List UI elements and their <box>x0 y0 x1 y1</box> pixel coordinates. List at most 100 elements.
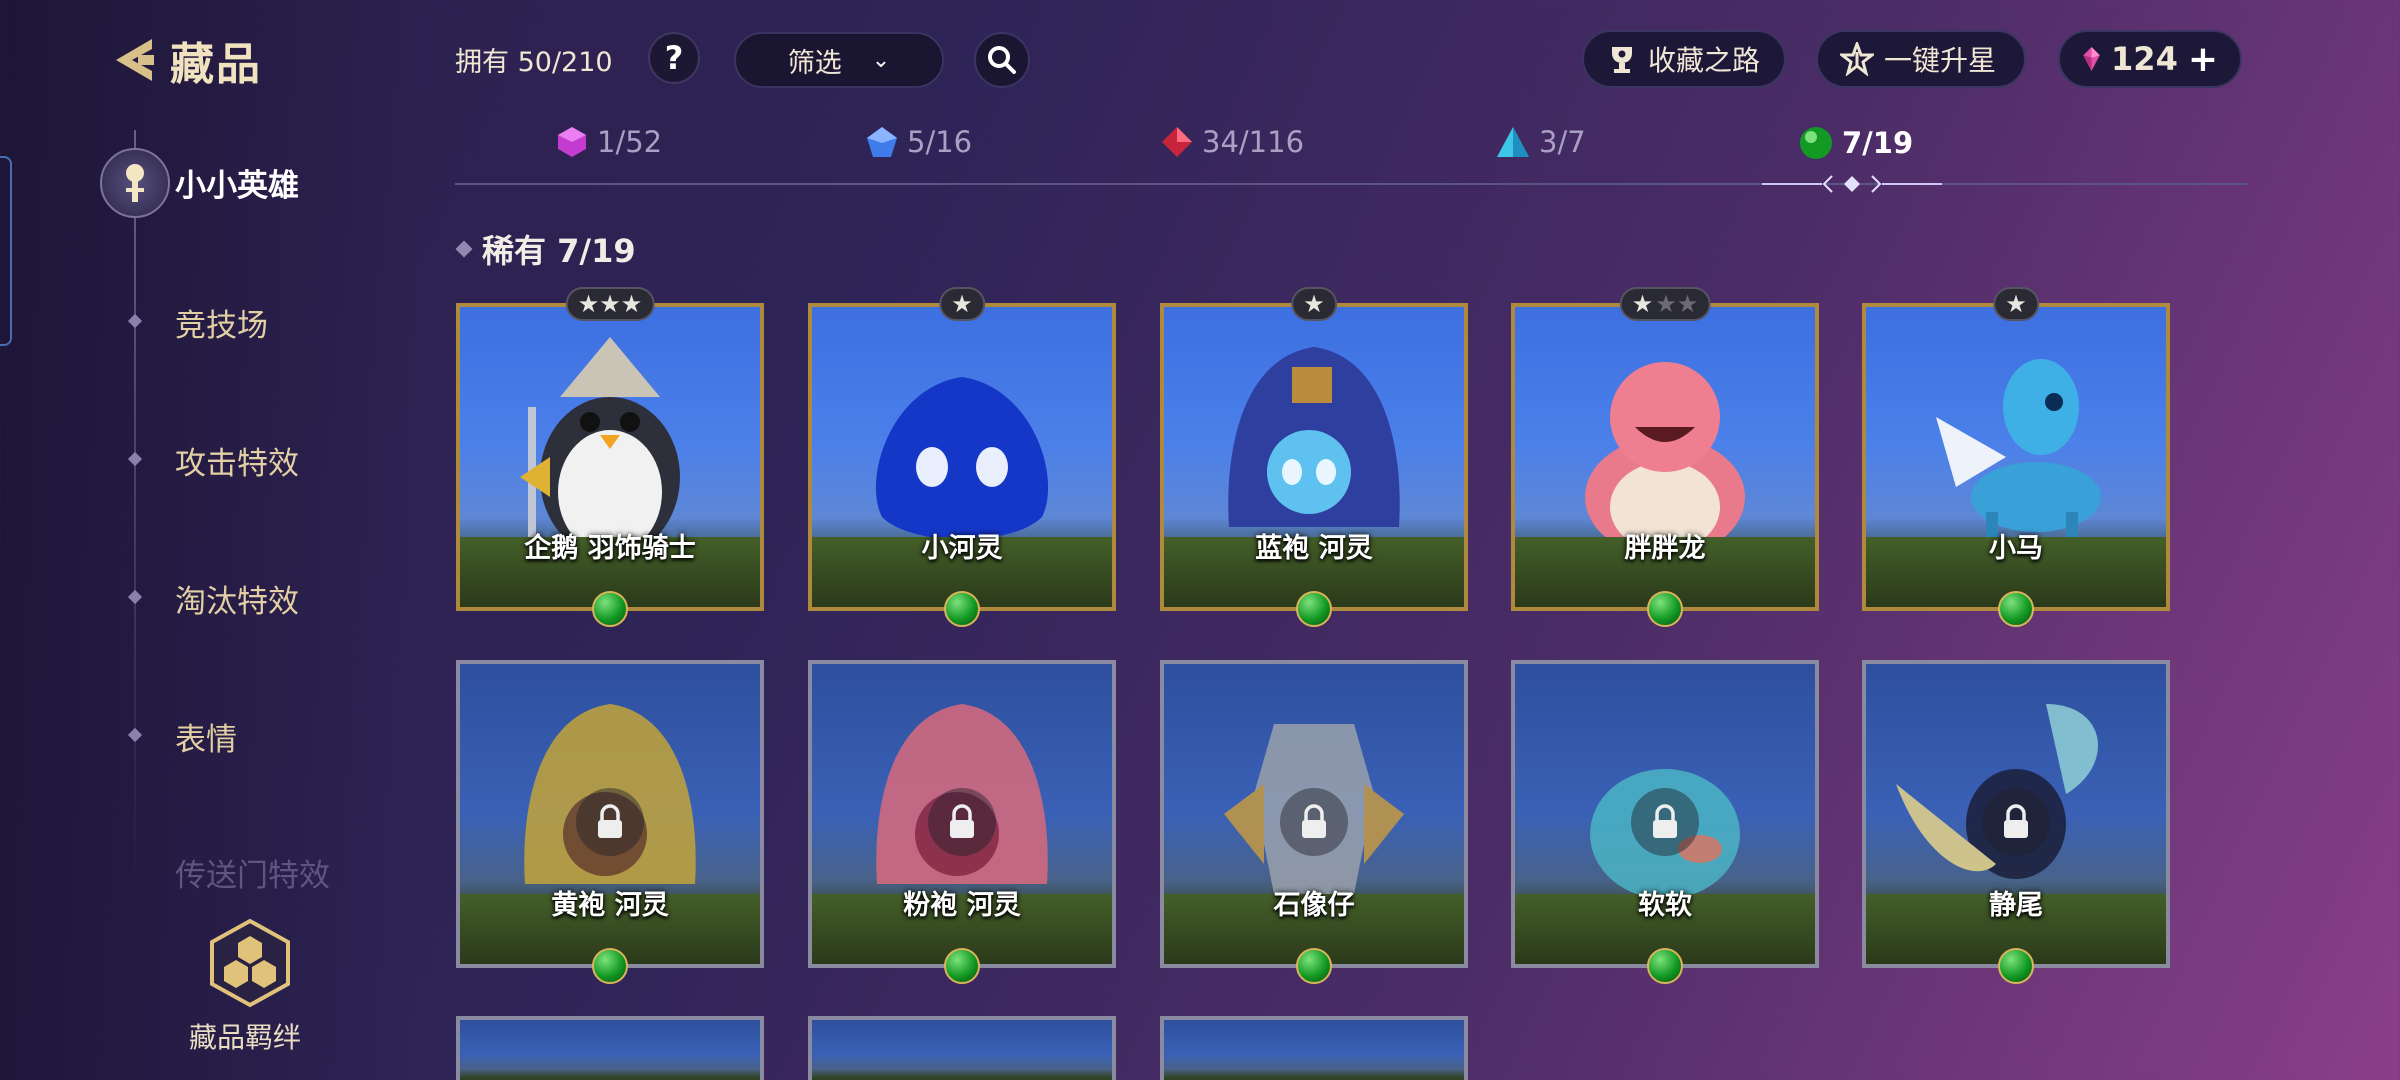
pink-crystal-icon <box>2083 46 2100 72</box>
star-upgrade-icon <box>1840 42 1874 76</box>
stars-filled: ★★★ <box>577 290 643 318</box>
lock-icon <box>928 788 996 856</box>
sidebar-item-attack-effects[interactable]: 攻击特效 <box>175 438 299 483</box>
green-gem-icon <box>944 591 980 627</box>
legend-name: 胖胖龙 <box>1624 533 1706 564</box>
back-button[interactable]: 藏品 <box>108 28 262 92</box>
tab-rarity-red[interactable]: 34/116 <box>1160 125 1304 159</box>
legend-card-locked[interactable]: 石像仔 <box>1160 660 1468 984</box>
tab-rarity-cyan[interactable]: 3/7 <box>1495 125 1586 159</box>
green-gem-icon <box>1296 948 1332 984</box>
little-legends-icon <box>100 148 170 218</box>
page-title: 藏品 <box>170 39 262 90</box>
blue-gem-icon <box>867 127 897 157</box>
back-arrow-icon <box>116 39 154 81</box>
legend-card-locked[interactable]: 黄袍 河灵 <box>456 660 764 984</box>
lock-icon <box>1982 788 2050 856</box>
star-rating: ★ <box>939 287 985 321</box>
legend-card-partial[interactable] <box>456 1016 764 1080</box>
legend-name: 软软 <box>1638 890 1692 921</box>
section-title: 稀有 7/19 <box>482 232 636 270</box>
purple-gem-icon <box>558 127 586 157</box>
sidebar-item-little-legends[interactable]: 小小英雄 <box>175 160 299 205</box>
filter-dropdown[interactable]: 筛选 ⌄ <box>734 32 944 88</box>
search-icon <box>988 46 1016 74</box>
green-gem-icon <box>1998 591 2034 627</box>
star-rating: ★ <box>1993 287 2039 321</box>
sidebar-item-arena[interactable]: 竞技场 <box>175 300 268 345</box>
lock-icon <box>1631 788 1699 856</box>
add-currency-icon[interactable]: + <box>2188 39 2218 80</box>
section-header: 稀有 7/19 <box>455 226 636 272</box>
legend-name: 企鹅 羽饰骑士 <box>524 533 696 564</box>
legend-name: 粉袍 河灵 <box>903 890 1021 921</box>
legend-name: 石像仔 <box>1273 890 1355 921</box>
collection-road-label: 收藏之路 <box>1648 44 1761 77</box>
legend-name: 小河灵 <box>921 533 1003 564</box>
tab-label: 5/16 <box>907 125 973 159</box>
tab-label: 3/7 <box>1539 125 1586 159</box>
edge-tab[interactable] <box>0 156 12 346</box>
legend-card[interactable]: ★ 小河灵 <box>808 287 1116 627</box>
green-gem-icon <box>1800 127 1832 159</box>
sidebar-item-emotes[interactable]: 表情 <box>175 714 237 759</box>
owned-count: 拥有 50/210 <box>455 47 613 78</box>
legend-name: 静尾 <box>1989 890 2043 921</box>
hexagon-bond-icon <box>210 918 290 1008</box>
green-gem-icon <box>1998 948 2034 984</box>
tab-rarity-green[interactable]: 7/19 <box>1798 125 1913 161</box>
green-gem-icon <box>592 591 628 627</box>
legend-card[interactable]: ★★★ 企鹅 羽饰骑士 <box>456 287 764 627</box>
lock-icon <box>576 788 644 856</box>
collection-bond-button[interactable]: 藏品羁绊 <box>189 918 310 1056</box>
legend-name: 小马 <box>1989 533 2043 564</box>
cyan-gem-icon <box>1497 127 1529 157</box>
stars-empty: ★★ <box>1655 290 1699 318</box>
tab-label: 7/19 <box>1842 126 1914 160</box>
stars-filled: ★ <box>1303 290 1325 318</box>
lock-icon <box>1280 788 1348 856</box>
currency-pill[interactable]: 124 + <box>2058 30 2242 88</box>
chevron-down-icon: ⌄ <box>871 47 891 73</box>
legend-card-partial[interactable] <box>808 1016 1116 1080</box>
stars-filled: ★ <box>2005 290 2027 318</box>
collection-bond-label: 藏品羁绊 <box>188 1021 301 1054</box>
sidebar-line <box>134 130 136 890</box>
one-key-upgrade-button[interactable]: 一键升星 <box>1816 30 2026 88</box>
legend-card-locked[interactable]: 软软 <box>1511 660 1819 984</box>
sidebar-item-elimination-effects[interactable]: 淘汰特效 <box>175 576 299 621</box>
currency-amount: 124 <box>2111 40 2178 78</box>
legend-card[interactable]: ★ 蓝袍 河灵 <box>1160 287 1468 627</box>
star-rating: ★★★ <box>1619 287 1711 321</box>
green-gem-icon <box>1647 591 1683 627</box>
trophy-icon <box>1612 47 1632 73</box>
legend-name: 黄袍 河灵 <box>551 890 669 921</box>
tabs-divider <box>455 183 2247 185</box>
legend-card[interactable]: ★ ★★ 胖胖龙 <box>1511 287 1819 627</box>
legend-card-locked[interactable]: 粉袍 河灵 <box>808 660 1116 984</box>
star-rating: ★★★ <box>565 287 655 321</box>
search-button[interactable] <box>974 32 1030 88</box>
help-button[interactable]: ? <box>648 32 700 84</box>
filter-label: 筛选 <box>787 47 842 79</box>
legend-name: 蓝袍 河灵 <box>1255 533 1373 564</box>
sidebar-item-portal-effects[interactable]: 传送门特效 <box>175 850 330 895</box>
green-gem-icon <box>944 948 980 984</box>
star-rating: ★ <box>1291 287 1337 321</box>
legend-card[interactable]: ★ 小马 <box>1862 287 2170 627</box>
legend-card-locked[interactable]: 静尾 <box>1862 660 2170 984</box>
green-gem-icon <box>1296 591 1332 627</box>
collection-road-button[interactable]: 收藏之路 <box>1582 30 1786 88</box>
active-tab-indicator <box>1762 175 1942 193</box>
green-gem-icon <box>1647 948 1683 984</box>
diamond-bullet-icon <box>455 240 473 258</box>
stars-filled: ★ <box>951 290 973 318</box>
tab-rarity-blue[interactable]: 5/16 <box>865 125 972 159</box>
tab-rarity-purple[interactable]: 1/52 <box>555 125 662 159</box>
tab-label: 1/52 <box>597 125 663 159</box>
one-key-upgrade-label: 一键升星 <box>1884 44 1997 77</box>
green-gem-icon <box>592 948 628 984</box>
legend-card-partial[interactable] <box>1160 1016 1468 1080</box>
stars-filled: ★ <box>1631 290 1654 318</box>
rarity-tabs: 1/52 5/16 34/116 3/7 7/19 <box>455 125 2245 185</box>
